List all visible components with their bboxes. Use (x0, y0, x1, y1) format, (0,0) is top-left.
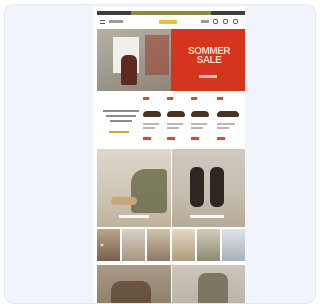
bottom-tile-left[interactable] (97, 265, 171, 303)
lifestyle-photo-sandal (111, 197, 137, 205)
bottom-image-section (97, 265, 245, 303)
bottom-photo-figure (111, 281, 151, 303)
carousel-prev-icon[interactable] (100, 243, 104, 247)
sale-title: SOMMER SALE (179, 47, 239, 66)
product-name-line (191, 127, 203, 129)
promo-heading-line (106, 115, 136, 117)
product-image[interactable] (191, 111, 209, 117)
menu-icon[interactable] (100, 20, 105, 24)
webpage-screenshot[interactable]: SOMMER SALE (93, 7, 245, 303)
site-header (97, 15, 245, 29)
lifestyle-caption[interactable] (119, 215, 149, 218)
sale-panel[interactable]: SOMMER SALE (171, 29, 245, 91)
promo-link[interactable] (109, 131, 129, 133)
product-card[interactable] (217, 97, 239, 143)
nav-link[interactable] (201, 20, 209, 23)
bag-icon[interactable] (233, 19, 238, 24)
product-name-line (167, 127, 179, 129)
lifestyle-photo-sandal (210, 167, 224, 207)
bottom-tile-right[interactable] (172, 265, 245, 303)
nav-link[interactable] (109, 20, 123, 23)
hero-photo-person (121, 55, 137, 85)
gallery-carousel (97, 229, 245, 263)
search-icon[interactable] (213, 19, 218, 24)
product-image[interactable] (143, 111, 161, 117)
product-card[interactable] (167, 97, 187, 143)
product-image[interactable] (167, 111, 185, 117)
sale-badge (217, 97, 223, 100)
sale-badge (143, 97, 149, 100)
preview-card: SOMMER SALE (4, 4, 316, 304)
product-name-line (167, 123, 183, 125)
lifestyle-photo-legs (131, 169, 167, 213)
product-price (191, 137, 199, 140)
sale-title-line2: SALE (196, 55, 222, 66)
sale-badge (191, 97, 197, 100)
product-price (217, 137, 225, 140)
promo-text-block (101, 107, 141, 125)
lifestyle-caption[interactable] (190, 215, 224, 218)
hero-banner[interactable]: SOMMER SALE (97, 29, 245, 91)
promo-heading-line (110, 120, 132, 122)
lifestyle-section (97, 149, 245, 227)
product-name-line (143, 127, 155, 129)
promo-heading-line (103, 110, 139, 112)
product-name-line (191, 123, 207, 125)
gallery-thumb[interactable] (222, 229, 245, 261)
product-name-line (143, 123, 159, 125)
brand-logo[interactable] (159, 20, 177, 24)
product-name-line (217, 123, 235, 125)
bottom-photo-figure (198, 273, 228, 303)
sale-cta-link[interactable] (199, 75, 217, 78)
user-icon[interactable] (223, 19, 228, 24)
gallery-thumb[interactable] (197, 229, 220, 261)
product-image[interactable] (217, 111, 239, 117)
gallery-thumb[interactable] (172, 229, 195, 261)
lifestyle-tile-left[interactable] (97, 149, 171, 227)
product-price (167, 137, 175, 140)
product-section (97, 91, 245, 149)
lifestyle-photo-sandal (190, 167, 204, 207)
gallery-thumb[interactable] (122, 229, 145, 261)
product-price (143, 137, 151, 140)
sale-badge (167, 97, 173, 100)
lifestyle-tile-right[interactable] (172, 149, 245, 227)
hero-photo-wall (145, 35, 169, 75)
product-card[interactable] (191, 97, 211, 143)
hero-photo (97, 29, 171, 91)
product-card[interactable] (143, 97, 163, 143)
gallery-thumb[interactable] (147, 229, 170, 261)
product-name-line (217, 127, 229, 129)
